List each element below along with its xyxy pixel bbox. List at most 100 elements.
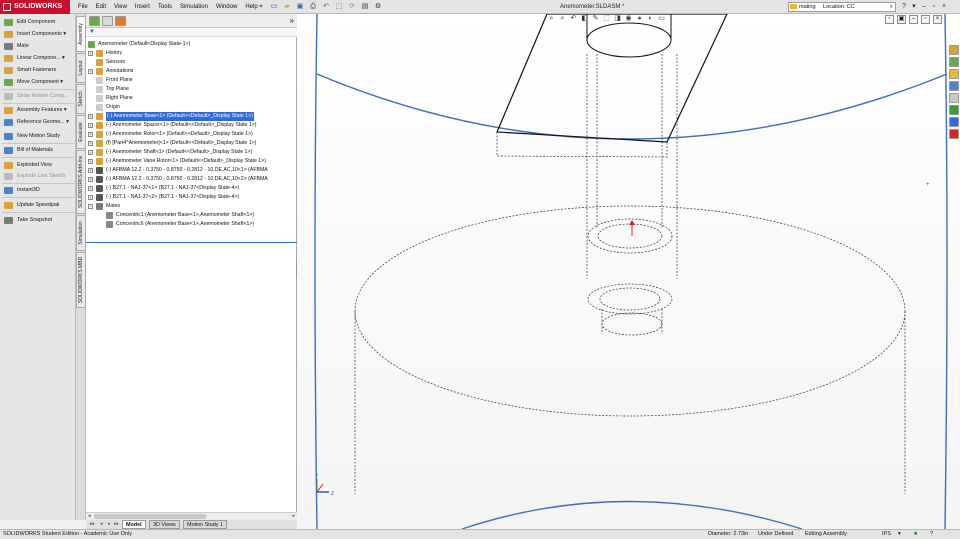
insert-components-button[interactable]: Insert Components ▾ <box>0 29 76 40</box>
new-motion-study-button[interactable]: New Motion Study <box>0 131 76 142</box>
edit-appearance-icon[interactable]: ● <box>635 14 644 24</box>
view-orientation-icon[interactable]: ⬚ <box>602 14 611 24</box>
next-tab-icon[interactable]: ▸ <box>108 521 111 527</box>
previous-view-icon[interactable]: ↶ <box>569 14 578 24</box>
mate-button[interactable]: Mate <box>0 41 76 52</box>
scroll-right-icon[interactable]: ▸ <box>292 513 295 520</box>
tab-assembly[interactable]: Assembly <box>76 16 86 52</box>
scroll-thumb[interactable] <box>94 514 206 519</box>
help-icon[interactable]: ? <box>900 2 908 12</box>
model-view[interactable]: Y Z + <box>297 14 960 529</box>
print-icon[interactable]: ⎙ <box>308 2 318 12</box>
tab-3d-views[interactable]: 3D Views <box>149 520 180 529</box>
view-settings-icon[interactable]: ▭ <box>657 14 666 24</box>
viewport-single-icon[interactable]: ▫ <box>885 15 894 24</box>
reference-geometry-button[interactable]: Reference Geome... ▾ <box>0 117 76 128</box>
home-icon[interactable] <box>949 45 959 55</box>
linear-pattern-button[interactable]: Linear Compone... ▾ <box>0 53 76 64</box>
expand-icon[interactable]: + <box>88 159 93 164</box>
new-document-icon[interactable]: ▭ <box>269 2 279 12</box>
expand-icon[interactable]: + <box>88 132 93 137</box>
solidworks-logo[interactable]: SOLIDWORKS <box>0 0 70 14</box>
property-manager-tab-icon[interactable] <box>102 16 113 26</box>
smart-fasteners-button[interactable]: Smart Fasteners <box>0 65 76 76</box>
tab-addins[interactable]: SOLIDWORKS Add-Ins <box>76 150 86 214</box>
filter-icon[interactable]: ▼ <box>89 29 95 35</box>
apply-scene-icon[interactable]: ◐ <box>646 14 655 24</box>
tab-simulation[interactable]: Simulation <box>76 215 86 251</box>
viewport-tile-icon[interactable]: ▣ <box>897 15 906 24</box>
explode-line-sketch-button[interactable]: Explode Line Sketch <box>0 171 76 182</box>
tab-mbd[interactable]: SOLIDWORKS MBD <box>76 252 86 308</box>
save-icon[interactable]: ▣ <box>295 2 305 12</box>
expand-icon[interactable]: + <box>88 177 93 182</box>
units-dropdown-icon[interactable]: ▾ <box>898 530 901 539</box>
restore-icon[interactable]: ▫ <box>930 2 938 12</box>
tab-motion-study[interactable]: Motion Study 1 <box>183 520 227 529</box>
unit-system[interactable]: IPS <box>882 530 891 539</box>
expand-icon[interactable]: + <box>88 51 93 56</box>
file-explorer-icon[interactable] <box>949 81 959 91</box>
exploded-view-button[interactable]: Exploded View <box>0 160 76 171</box>
rollback-bar[interactable] <box>86 242 297 243</box>
graphics-area[interactable]: Y Z + ⌕ ⌕ ↶ ◧ ✎ ⬚ ◨ ◉ ● ◐ ▭ ▫ ▣ – ▫ × <box>297 14 960 529</box>
pin-icon[interactable]: ⌖ <box>256 2 266 12</box>
menu-tools[interactable]: Tools <box>154 0 176 14</box>
tab-model[interactable]: Model <box>122 520 146 529</box>
menu-view[interactable]: View <box>110 0 131 14</box>
zoom-area-icon[interactable]: ⌕ <box>558 14 567 24</box>
bill-of-materials-button[interactable]: Bill of Materials <box>0 145 76 156</box>
edit-component-button[interactable]: Edit Component <box>0 17 76 28</box>
config-manager-tab-icon[interactable] <box>115 16 126 26</box>
menu-insert[interactable]: Insert <box>131 0 154 14</box>
search-box[interactable]: mating Location: CC ⌕ <box>788 2 896 12</box>
expand-icon[interactable]: + <box>88 195 93 200</box>
expand-icon[interactable]: + <box>88 168 93 173</box>
tab-layout[interactable]: Layout <box>76 53 86 83</box>
dropdown-icon[interactable]: ▾ <box>910 2 918 12</box>
move-component-button[interactable]: Move Component ▾ <box>0 77 76 88</box>
feature-manager-tab-icon[interactable] <box>89 16 100 26</box>
options-icon[interactable]: ⚙ <box>373 2 383 12</box>
close-icon[interactable]: × <box>940 2 948 12</box>
menu-window[interactable]: Window <box>212 0 241 14</box>
menu-file[interactable]: File <box>74 0 92 14</box>
view-palette-icon[interactable] <box>949 93 959 103</box>
tree-filter[interactable]: ▼ <box>86 28 297 37</box>
assembly-features-button[interactable]: Assembly Features ▾ <box>0 105 76 116</box>
viewport-close-icon[interactable]: × <box>933 15 942 24</box>
search-scope[interactable]: Location: CC <box>823 4 855 10</box>
search-icon[interactable]: ⌕ <box>890 3 893 11</box>
instant3d-button[interactable]: Instant3D <box>0 185 76 196</box>
resources-icon[interactable] <box>949 57 959 67</box>
viewport-minimize-icon[interactable]: – <box>909 15 918 24</box>
first-tab-icon[interactable]: ◂◂ <box>89 521 94 527</box>
menu-edit[interactable]: Edit <box>92 0 110 14</box>
tab-sketch[interactable]: Sketch <box>76 84 86 114</box>
show-hidden-button[interactable]: Show Hidden Comp... <box>0 91 76 102</box>
display-style-icon[interactable]: ◨ <box>613 14 622 24</box>
horizontal-scrollbar[interactable]: ◂ ▸ <box>86 512 297 520</box>
dynamic-annotation-icon[interactable]: ✎ <box>591 14 600 24</box>
rebuild-icon[interactable]: ⟳ <box>347 2 357 12</box>
open-icon[interactable]: ▰ <box>282 2 292 12</box>
update-speedpak-button[interactable]: Update Speedpak <box>0 200 76 211</box>
expand-icon[interactable]: + <box>88 141 93 146</box>
expand-icon[interactable]: + <box>88 69 93 74</box>
select-icon[interactable]: ⬚ <box>334 2 344 12</box>
status-help-icon[interactable]: ? <box>930 530 933 539</box>
expand-icon[interactable]: + <box>88 150 93 155</box>
prev-tab-icon[interactable]: ◂ <box>100 521 103 527</box>
zoom-to-fit-icon[interactable]: ⌕ <box>547 14 556 24</box>
rebuild-status-icon[interactable]: ■ <box>914 530 917 539</box>
minimize-icon[interactable]: – <box>920 2 928 12</box>
custom-properties-icon[interactable] <box>949 117 959 127</box>
design-library-icon[interactable] <box>949 69 959 79</box>
expand-icon[interactable]: + <box>88 114 93 119</box>
expand-icon[interactable]: + <box>88 123 93 128</box>
expand-panel-icon[interactable]: » <box>290 16 294 26</box>
take-snapshot-button[interactable]: Take Snapshot <box>0 215 76 226</box>
viewport-restore-icon[interactable]: ▫ <box>921 15 930 24</box>
hide-show-items-icon[interactable]: ◉ <box>624 14 633 24</box>
scroll-left-icon[interactable]: ◂ <box>88 513 91 520</box>
